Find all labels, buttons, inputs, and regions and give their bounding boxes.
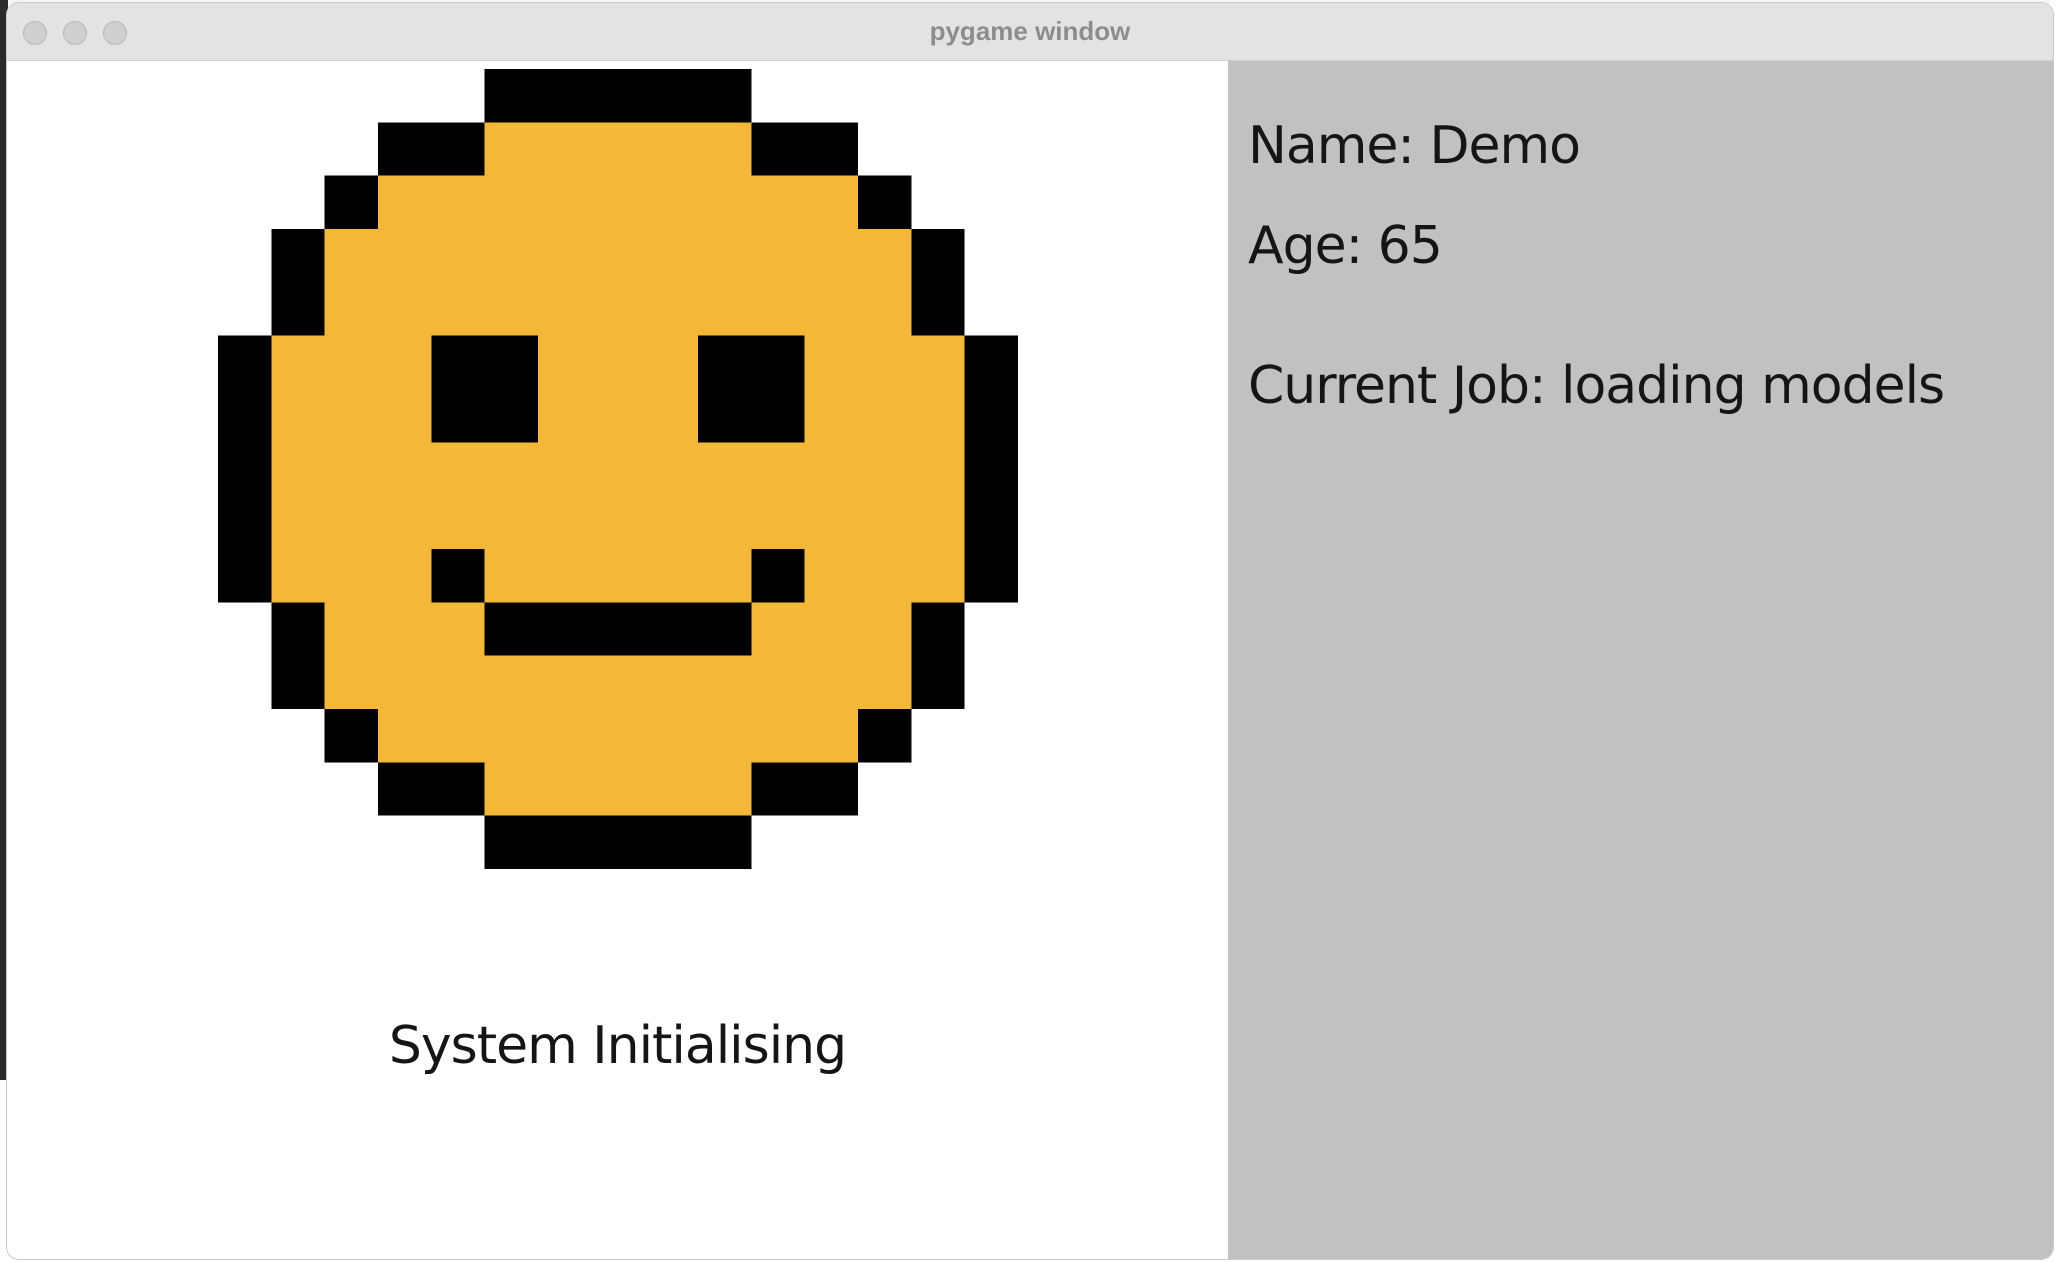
smiley-fill-pixel-row [378,175,858,229]
smiley-outline-pixel-row [378,122,485,176]
smiley-outline-pixel-row [858,709,912,763]
smiley-outline-pixel-row [911,229,965,283]
age-label: Age: 65 [1248,216,1443,276]
pygame-window: pygame window System Initialising Name: … [7,3,2053,1259]
smiley-feature-pixel-row [431,549,485,603]
smiley-fill-pixel-row [271,549,965,603]
smiley-outline-pixel-row [911,602,965,656]
smiley-fill-pixel-row [271,335,965,389]
smiley-feature-pixel-row [698,335,805,389]
name-label: Name: Demo [1248,116,1581,176]
current-job-label: Current Job: loading models [1248,356,1945,416]
smiley-outline-pixel-row [964,549,1018,603]
smiley-fill-pixel-row [271,389,965,443]
smiley-outline-pixel-row [218,549,272,603]
smiley-outline-pixel-row [271,655,325,709]
smiley-feature-pixel-row [751,549,805,603]
smiley-feature-pixel-row [431,389,538,443]
smiley-outline-pixel-row [271,282,325,336]
smiley-fill-pixel-row [324,282,912,336]
smiley-fill-pixel-row [324,655,912,709]
smiley-feature-pixel-row [698,389,805,443]
smiley-outline-pixel-row [964,495,1018,549]
smiley-outline-pixel-row [324,709,378,763]
game-canvas: System Initialising Name: Demo Age: 65 C… [7,61,2053,1259]
smiley-outline-pixel-row [271,229,325,283]
smiley-outline-pixel-row [911,655,965,709]
avatar-pane: System Initialising [7,61,1228,1259]
smiley-outline-pixel-row [858,175,912,229]
smiley-outline-pixel-row [964,389,1018,443]
system-status-text: System Initialising [388,1016,847,1076]
smiley-outline-pixel-row [271,602,325,656]
pixel-smiley-face-icon [218,69,1018,869]
smiley-fill-pixel-row [271,442,965,496]
smiley-outline-pixel-row [218,335,272,389]
smiley-fill-pixel-row [484,122,752,176]
smiley-fill-pixel-row [324,229,912,283]
smiley-outline-pixel-row [911,282,965,336]
info-panel: Name: Demo Age: 65 Current Job: loading … [1228,61,2053,1259]
smiley-fill-pixel-row [271,495,965,549]
smiley-outline-pixel-row [751,122,858,176]
smiley-outline-pixel-row [964,335,1018,389]
smiley-outline-pixel-row [324,175,378,229]
window-titlebar[interactable]: pygame window [7,3,2053,61]
smiley-outline-pixel-row [964,442,1018,496]
smiley-outline-pixel-row [218,389,272,443]
smiley-fill-pixel-row [484,762,752,816]
smiley-feature-pixel-row [484,602,752,656]
smiley-outline-pixel-row [484,69,752,123]
smiley-outline-pixel-row [751,762,858,816]
smiley-outline-pixel-row [484,815,752,869]
smiley-outline-pixel-row [218,495,272,549]
smiley-outline-pixel-row [218,442,272,496]
smiley-fill-pixel-row [378,709,858,763]
window-title: pygame window [929,16,1131,46]
smiley-outline-pixel-row [378,762,485,816]
smiley-feature-pixel-row [431,335,538,389]
